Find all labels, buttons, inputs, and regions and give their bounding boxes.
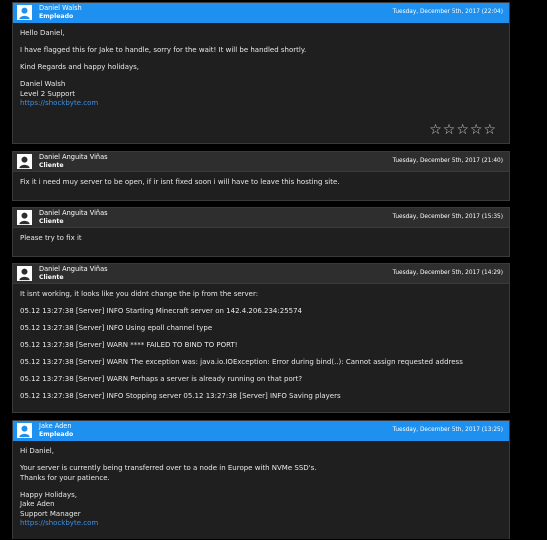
author-block: Daniel Anguita Viñas Cliente xyxy=(39,153,108,170)
author-name: Daniel Anguita Viñas xyxy=(39,153,108,161)
author-name: Daniel Anguita Viñas xyxy=(39,209,108,217)
author-name: Daniel Walsh xyxy=(39,4,82,12)
message-line: Your server is currently being transferr… xyxy=(20,463,317,472)
author-role: Cliente xyxy=(39,218,64,225)
message-line: It isnt working, it looks like you didnt… xyxy=(20,290,259,298)
signature-name: Jake Aden xyxy=(20,500,55,509)
message-body: Hi Daniel, Your server is currently bein… xyxy=(13,441,509,535)
message-line: Hello Daniel, xyxy=(20,29,65,37)
user-icon xyxy=(17,154,32,169)
message-body: Fix it i need muy server to be open, if … xyxy=(13,172,509,194)
author-name: Jake Aden xyxy=(39,422,72,430)
user-icon xyxy=(17,5,32,20)
message-body: It isnt working, it looks like you didnt… xyxy=(13,284,509,408)
message-header: Daniel Anguita Viñas Cliente Tuesday, De… xyxy=(13,208,509,228)
log-line: 05.12 13:27:38 [Server] INFO Starting Mi… xyxy=(20,306,303,315)
ticket-conversation: Daniel Walsh Empleado Tuesday, December … xyxy=(0,0,547,540)
message-timestamp: Tuesday, December 5th, 2017 (13:25) xyxy=(392,427,503,433)
log-line: 05.12 13:27:38 [Server] WARN The excepti… xyxy=(20,357,463,366)
message-header: Daniel Anguita Viñas Cliente Tuesday, De… xyxy=(13,264,509,284)
author-role: Cliente xyxy=(39,274,64,281)
log-line: 05.12 13:27:38 [Server] WARN **** FAILED… xyxy=(20,340,238,349)
ticket-message: Daniel Anguita Viñas Cliente Tuesday, De… xyxy=(12,151,510,201)
user-icon xyxy=(17,210,32,225)
log-line: 05.12 13:27:38 [Server] WARN Perhaps a s… xyxy=(20,374,303,383)
message-line: Happy Holidays, xyxy=(20,490,77,499)
message-line: I have flagged this for Jake to handle, … xyxy=(20,45,307,54)
message-line: Fix it i need muy server to be open, if … xyxy=(20,178,340,186)
message-timestamp: Tuesday, December 5th, 2017 (21:40) xyxy=(392,158,503,164)
ticket-message: Jake Aden Empleado Tuesday, December 5th… xyxy=(12,420,510,539)
author-block: Jake Aden Empleado xyxy=(39,422,73,439)
message-header: Daniel Walsh Empleado Tuesday, December … xyxy=(13,3,509,23)
message-line: Please try to fix it xyxy=(20,234,82,242)
signature-name: Daniel Walsh xyxy=(20,79,66,88)
author-block: Daniel Walsh Empleado xyxy=(39,4,82,21)
author-block: Daniel Anguita Viñas Cliente xyxy=(39,209,108,226)
signature-title: Level 2 Support xyxy=(20,89,76,98)
message-line: Thanks for your patience. xyxy=(20,473,110,482)
ticket-message: Daniel Walsh Empleado Tuesday, December … xyxy=(12,2,510,144)
log-line: 05.12 13:27:38 [Server] INFO Stopping se… xyxy=(20,391,341,400)
user-icon xyxy=(17,266,32,281)
message-timestamp: Tuesday, December 5th, 2017 (22:04) xyxy=(392,9,503,15)
author-role: Empleado xyxy=(39,431,74,438)
message-line: Kind Regards and happy holidays, xyxy=(20,62,140,71)
author-block: Daniel Anguita Viñas Cliente xyxy=(39,265,108,282)
ticket-message: Daniel Anguita Viñas Cliente Tuesday, De… xyxy=(12,263,510,413)
author-name: Daniel Anguita Viñas xyxy=(39,265,108,273)
signature-link[interactable]: https://shockbyte.com xyxy=(20,99,98,107)
message-body: Hello Daniel, I have flagged this for Ja… xyxy=(13,23,509,115)
message-line: Hi Daniel, xyxy=(20,447,54,455)
ticket-message: Daniel Anguita Viñas Cliente Tuesday, De… xyxy=(12,207,510,257)
log-line: 05.12 13:27:38 [Server] INFO Using epoll… xyxy=(20,323,213,332)
message-header: Jake Aden Empleado Tuesday, December 5th… xyxy=(13,421,509,441)
author-role: Cliente xyxy=(39,162,64,169)
author-role: Empleado xyxy=(39,13,74,20)
message-timestamp: Tuesday, December 5th, 2017 (14:29) xyxy=(392,270,503,276)
star-outline-icon[interactable]: ☆☆☆☆☆ xyxy=(429,122,497,138)
message-header: Daniel Anguita Viñas Cliente Tuesday, De… xyxy=(13,152,509,172)
user-icon xyxy=(17,423,32,438)
message-timestamp: Tuesday, December 5th, 2017 (15:35) xyxy=(392,214,503,220)
message-body: Please try to fix it xyxy=(13,228,509,250)
signature-link[interactable]: https://shockbyte.com xyxy=(20,519,98,527)
signature-title: Support Manager xyxy=(20,509,81,518)
rating-stars[interactable]: ☆☆☆☆☆ xyxy=(429,123,497,137)
